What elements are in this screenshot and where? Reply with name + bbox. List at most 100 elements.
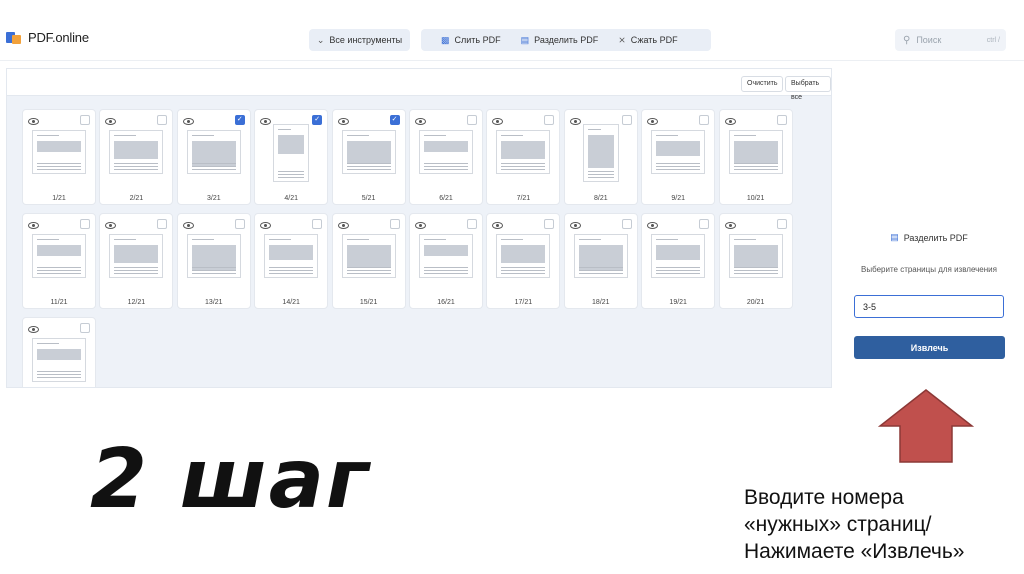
logo[interactable]: PDF.online: [6, 30, 89, 45]
eye-icon[interactable]: [260, 118, 272, 125]
page-card[interactable]: 20/21: [718, 213, 793, 309]
eye-icon[interactable]: [28, 222, 39, 229]
page-card[interactable]: 13/21: [176, 213, 251, 309]
page-checkbox[interactable]: [157, 115, 168, 125]
thumbnail-line: [501, 273, 546, 274]
page-checkbox[interactable]: [80, 219, 90, 229]
eye-icon[interactable]: [337, 118, 349, 125]
page-thumbnail: [109, 130, 164, 174]
thumbnail-line: [501, 267, 546, 268]
page-card[interactable]: 14/21: [254, 213, 329, 309]
page-card[interactable]: [22, 317, 96, 387]
all-tools-button[interactable]: ⌄ Все инструменты: [309, 29, 410, 51]
page-card[interactable]: 8/21: [563, 109, 638, 205]
page-checkbox[interactable]: [776, 115, 787, 125]
thumbnail-line: [37, 166, 81, 167]
page-card[interactable]: 16/21: [409, 213, 483, 309]
page-checkbox[interactable]: [776, 219, 787, 229]
search-input[interactable]: ⚲ Поиск ctrl /: [895, 29, 1006, 51]
eye-icon[interactable]: [415, 118, 426, 125]
eye-icon[interactable]: [260, 222, 272, 229]
page-checkbox[interactable]: [621, 219, 632, 229]
eye-icon[interactable]: [569, 118, 581, 125]
page-checkbox[interactable]: [544, 115, 555, 125]
eye-icon[interactable]: [28, 118, 39, 125]
eye-icon[interactable]: [182, 118, 194, 125]
page-card[interactable]: 2/21: [99, 109, 174, 205]
select-all-button[interactable]: Выбрать все: [785, 76, 831, 101]
page-thumbnail: [273, 124, 310, 182]
page-card[interactable]: 11/21: [22, 213, 96, 309]
page-checkbox[interactable]: ✓: [312, 115, 323, 125]
page-checkbox[interactable]: ✓: [234, 115, 245, 125]
thumbnail-line: [114, 166, 159, 167]
page-checkbox[interactable]: [389, 219, 400, 229]
page-card[interactable]: 18/21: [563, 213, 638, 309]
page-checkbox[interactable]: ✓: [389, 115, 400, 125]
page-card[interactable]: 7/21: [486, 109, 561, 205]
page-card[interactable]: 15/21: [331, 213, 406, 309]
thumbnail-table: [733, 245, 778, 267]
page-card[interactable]: ✓ 4/21: [254, 109, 329, 205]
page-card[interactable]: 9/21: [641, 109, 716, 205]
thumbnail-line: [278, 174, 305, 175]
eye-icon[interactable]: [724, 118, 736, 125]
thumbnail-line: [733, 273, 778, 274]
eye-icon[interactable]: [415, 222, 426, 229]
page-checkbox[interactable]: [80, 323, 90, 333]
page-checkbox[interactable]: [699, 219, 710, 229]
page-checkbox[interactable]: [621, 115, 632, 125]
page-thumbnail: [32, 130, 86, 174]
page-number: 14/21: [282, 299, 300, 306]
page-checkbox[interactable]: [234, 219, 245, 229]
eye-icon[interactable]: [569, 222, 581, 229]
eye-icon[interactable]: [647, 118, 659, 125]
thumbnail-line: [733, 135, 756, 136]
page-card[interactable]: 6/21: [409, 109, 483, 205]
merge-pdf-button[interactable]: ▩ Слить PDF: [441, 35, 501, 46]
page-workspace: Очистить Выбрать все 1/21 2/21 ✓ 3/21 ✓ 4/21 ✓…: [6, 68, 832, 388]
eye-icon[interactable]: [105, 222, 117, 229]
page-number: 15/21: [359, 299, 378, 306]
thumbnail-table: [37, 141, 81, 152]
eye-icon[interactable]: [337, 222, 349, 229]
compress-icon: ⨯: [618, 34, 626, 45]
eye-icon[interactable]: [492, 118, 504, 125]
page-card[interactable]: ✓ 5/21: [331, 109, 406, 205]
page-card[interactable]: 19/21: [641, 213, 716, 309]
instruction-text: Вводите номера «нужных» страниц/ Нажимае…: [744, 484, 965, 565]
compress-pdf-button[interactable]: ⨯ Сжать PDF: [618, 35, 677, 46]
thumbnail-line: [191, 135, 214, 136]
eye-icon[interactable]: [724, 222, 736, 229]
page-thumbnail: [186, 130, 241, 174]
thumbnail-line: [278, 129, 292, 130]
page-card[interactable]: 1/21: [22, 109, 96, 205]
logo-text: PDF.online: [28, 30, 89, 45]
eye-icon[interactable]: [182, 222, 194, 229]
thumbnail-line: [578, 273, 623, 274]
page-checkbox[interactable]: [544, 219, 555, 229]
eye-icon[interactable]: [105, 118, 117, 125]
eye-icon[interactable]: [647, 222, 659, 229]
page-checkbox[interactable]: [157, 219, 168, 229]
page-card[interactable]: 17/21: [486, 213, 561, 309]
page-checkbox[interactable]: [312, 219, 323, 229]
page-checkbox[interactable]: [80, 115, 90, 125]
thumbnail-line: [37, 270, 81, 271]
page-checkbox[interactable]: [467, 115, 477, 125]
eye-icon[interactable]: [28, 326, 39, 333]
split-pdf-button[interactable]: ▤ Разделить PDF: [521, 35, 599, 46]
page-checkbox[interactable]: [699, 115, 710, 125]
extract-button[interactable]: Извлечь: [854, 336, 1005, 359]
page-card[interactable]: 12/21: [99, 213, 174, 309]
eye-icon[interactable]: [492, 222, 504, 229]
clear-button[interactable]: Очистить: [741, 76, 784, 92]
page-checkbox[interactable]: [467, 219, 477, 229]
page-card[interactable]: 10/21: [718, 109, 793, 205]
page-number: 7/21: [516, 195, 531, 202]
page-number: 19/21: [669, 299, 687, 306]
pages-input[interactable]: [854, 295, 1004, 318]
split-panel-title: ▤ Разделить PDF: [854, 232, 1004, 243]
page-card[interactable]: ✓ 3/21: [176, 109, 251, 205]
search-shortcut: ctrl /: [986, 36, 1000, 44]
